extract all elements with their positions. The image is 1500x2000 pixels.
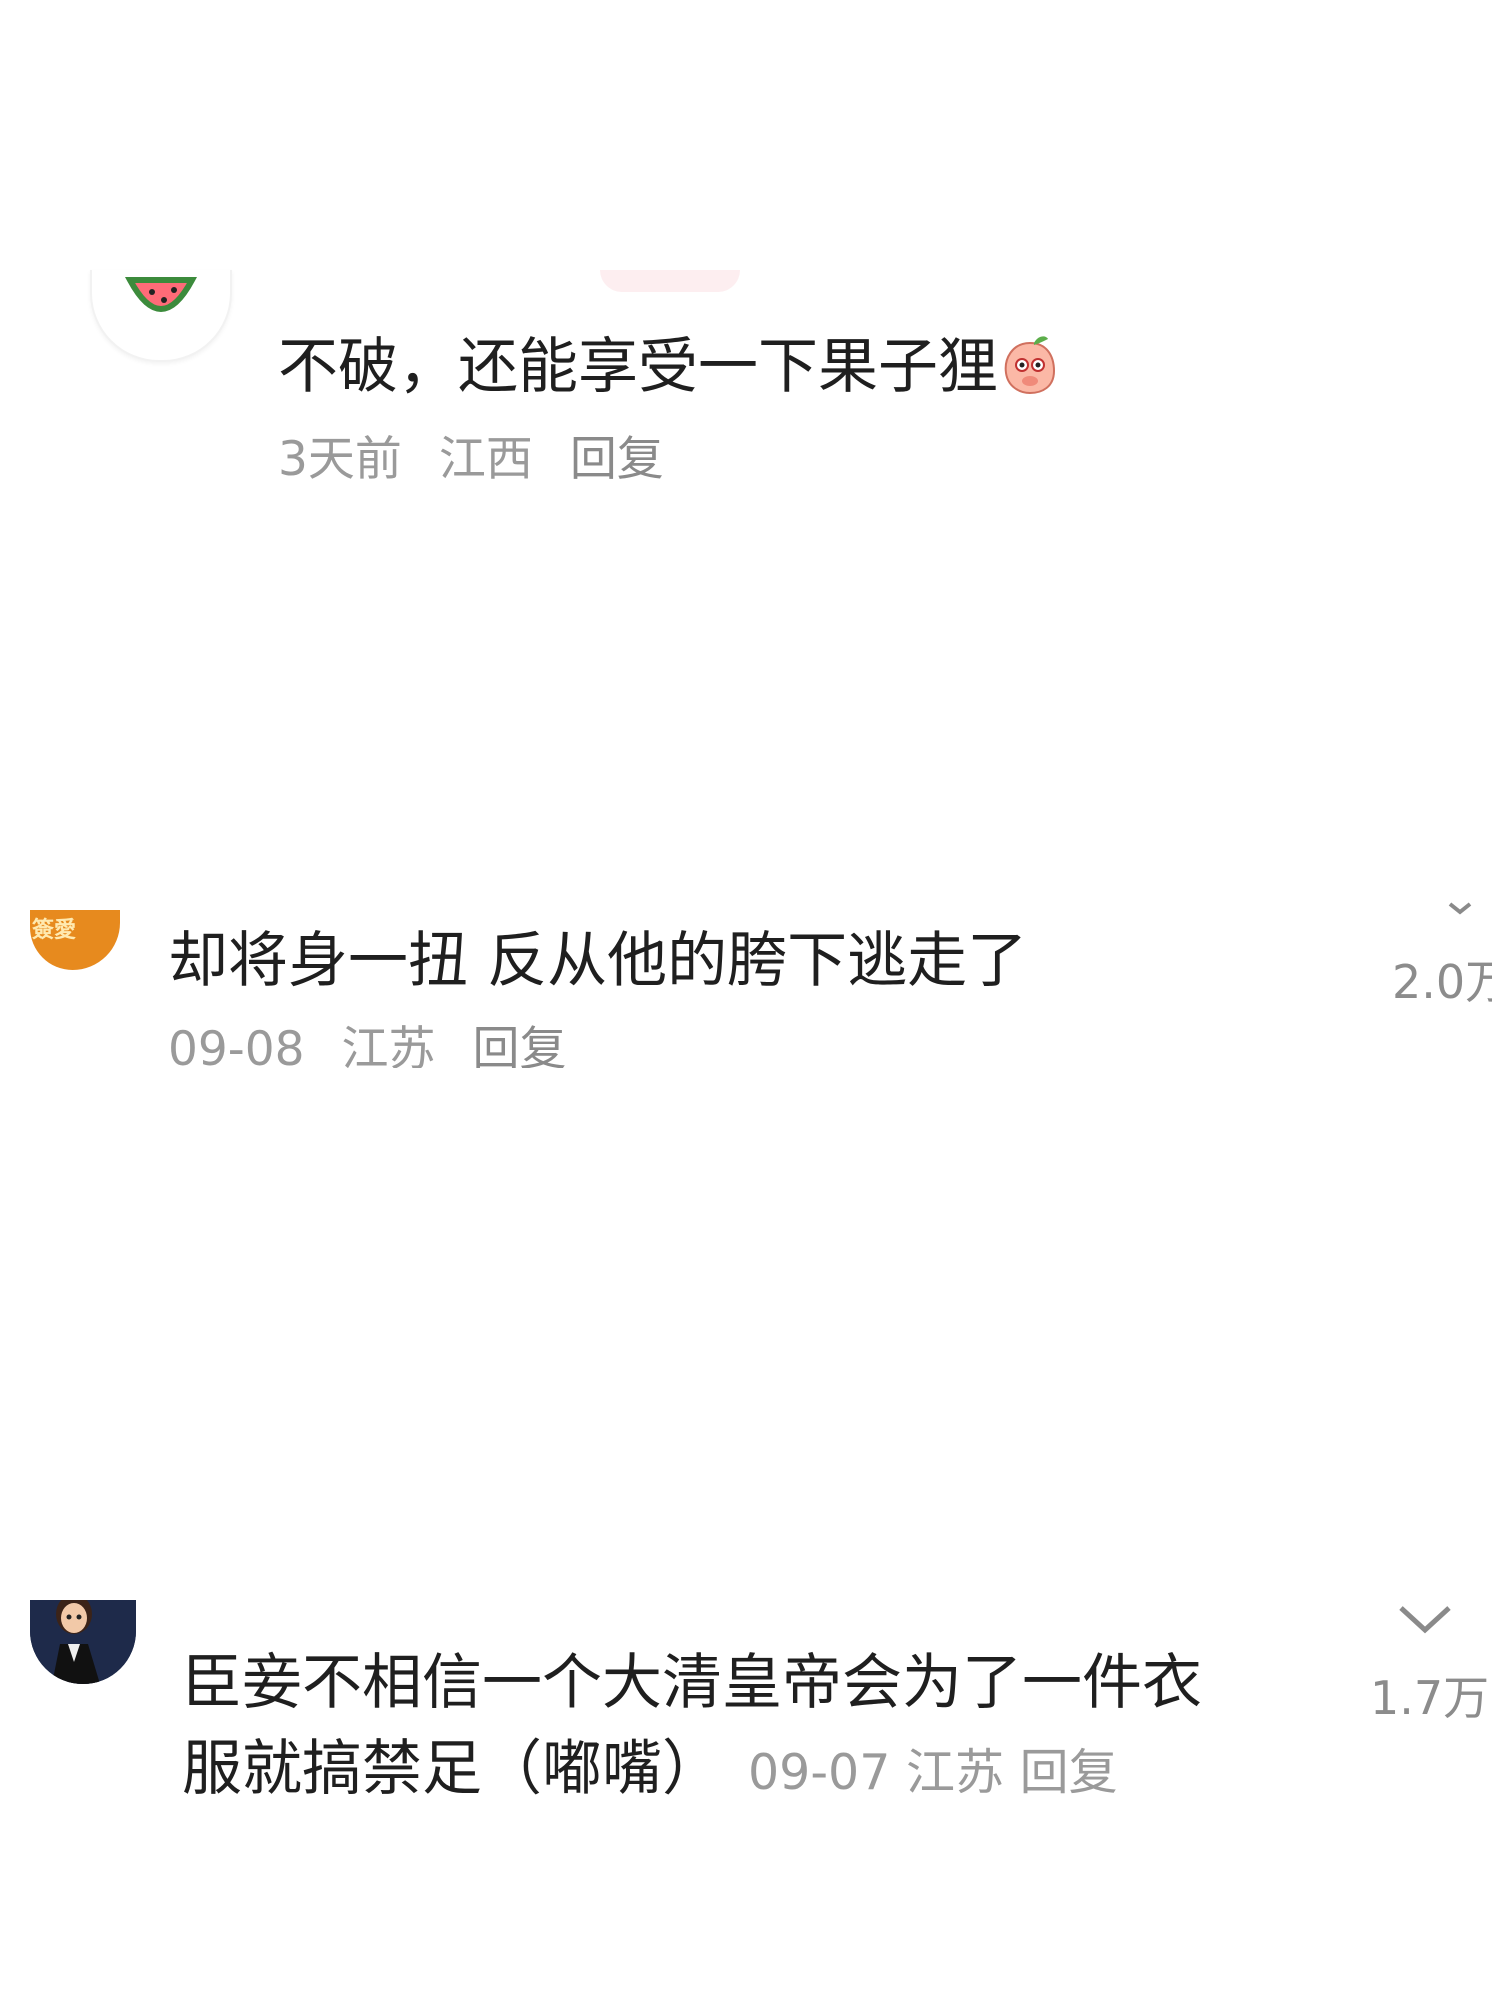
comment-text: 却将身一扭 反从他的胯下逃走了 bbox=[168, 926, 1028, 996]
comment-text-line: 服就搞禁足（嘟嘴） 09-07 江苏 回复 bbox=[182, 1734, 1118, 1804]
comment-location: 江西 bbox=[438, 432, 533, 487]
comment-meta: 3天前 江西 回复 bbox=[278, 430, 686, 490]
comment-item: 不破，还能享受一下果子狸 3天前 江西 回复 bbox=[0, 270, 1500, 510]
chevron-down-icon[interactable] bbox=[1440, 900, 1480, 920]
comment-meta: 09-07 江苏 回复 bbox=[748, 1744, 1118, 1801]
comment-text-line: 臣妾不相信一个大清皇帝会为了一件衣 bbox=[182, 1648, 1202, 1718]
reply-button[interactable]: 回复 bbox=[472, 1022, 566, 1068]
comment-text: 臣妾不相信一个大清皇帝会为了一件衣 服就搞禁足（嘟嘴） 09-07 江苏 回复 bbox=[182, 1640, 1202, 1816]
comment-item: 簽愛 却将身一扭 反从他的胯下逃走了 09-08 江苏 回复 2.0万 bbox=[0, 900, 1500, 1080]
chevron-down-icon[interactable] bbox=[1395, 1600, 1455, 1640]
comment-time: 09-08 bbox=[168, 1022, 305, 1068]
avatar-logo-text: 簽愛 bbox=[32, 918, 77, 943]
cropped-header-badge bbox=[600, 270, 740, 292]
reply-button[interactable]: 回复 bbox=[1020, 1744, 1118, 1801]
comment-item: 臣妾不相信一个大清皇帝会为了一件衣 服就搞禁足（嘟嘴） 09-07 江苏 回复 1… bbox=[0, 1600, 1500, 1900]
comment-location: 江苏 bbox=[341, 1022, 436, 1068]
avatar[interactable] bbox=[90, 270, 232, 362]
watermelon-icon bbox=[124, 277, 198, 312]
like-count[interactable]: 2.0万 bbox=[1392, 946, 1492, 1012]
comment-time: 09-07 bbox=[748, 1744, 891, 1801]
avatar[interactable] bbox=[30, 1600, 136, 1684]
like-count[interactable]: 1.7万 bbox=[1370, 1662, 1489, 1728]
blushing-peach-emoji-icon bbox=[1004, 336, 1056, 395]
avatar[interactable]: 簽愛 bbox=[30, 910, 120, 970]
doll-avatar-icon bbox=[30, 1600, 136, 1684]
comment-meta: 09-08 江苏 回复 bbox=[168, 1020, 588, 1068]
reply-button[interactable]: 回复 bbox=[570, 432, 664, 487]
comment-location: 江苏 bbox=[905, 1744, 1004, 1801]
comment-time: 3天前 bbox=[278, 432, 402, 487]
comment-text: 不破，还能享受一下果子狸 bbox=[278, 326, 1062, 408]
